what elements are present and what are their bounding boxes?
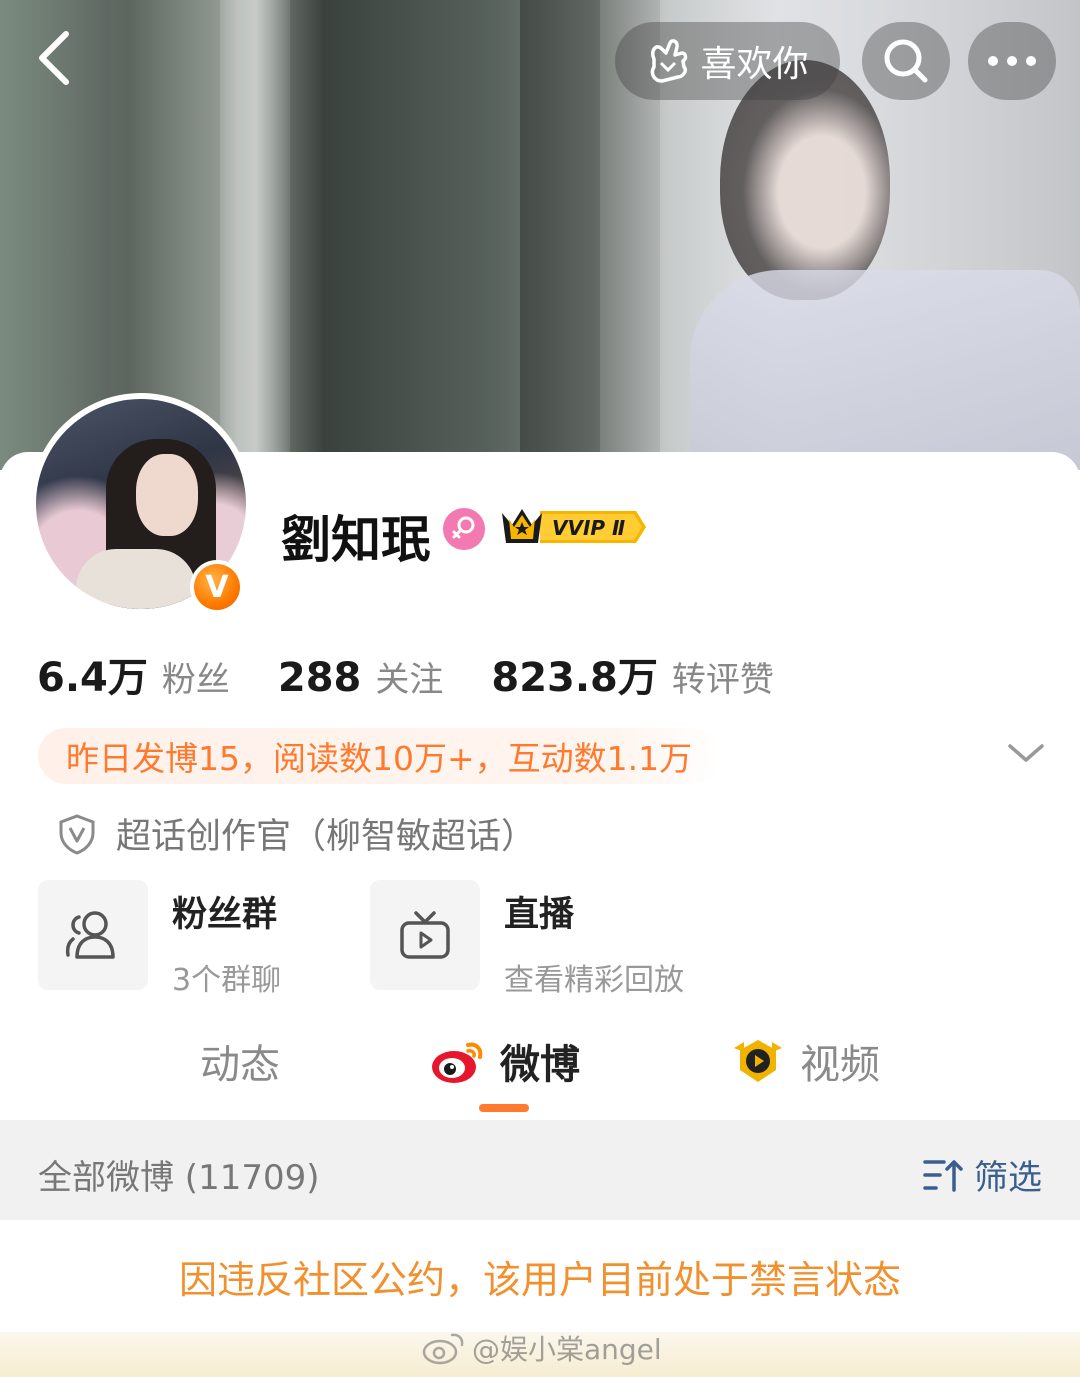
filter-button[interactable]: 筛选 (922, 1150, 1042, 1199)
stat-followers[interactable]: 6.4万 粉丝 (37, 645, 230, 703)
fans-group-icon-box (38, 880, 148, 990)
weibo-logo-icon (432, 1042, 483, 1083)
tab-label: 微博 (500, 1042, 580, 1088)
weibo-watermark-icon (422, 1333, 464, 1365)
group-users-icon (65, 911, 115, 959)
live-subtitle: 查看精彩回放 (504, 963, 684, 998)
profile-name: 劉知珉 (281, 511, 431, 569)
verified-badge-letter: V (194, 564, 240, 610)
watermark: @娱小棠angel (422, 1328, 662, 1368)
fans-group-title: 粉丝群 (172, 895, 278, 935)
tab-weibo[interactable]: 微博 (430, 1032, 580, 1090)
daily-summary: 昨日发博15，阅读数10万+，互动数1.1万 (38, 728, 721, 784)
video-play-icon (734, 1040, 782, 1082)
ban-notice-text: 因违反社区公约，该用户目前处于禁言状态 (178, 1257, 901, 1302)
search-button[interactable] (862, 22, 950, 100)
like-button[interactable]: 喜欢你 (615, 22, 840, 100)
avatar-face (136, 454, 198, 536)
watermark-text: @娱小棠angel (472, 1333, 662, 1366)
like-label: 喜欢你 (700, 44, 809, 85)
more-button[interactable] (968, 22, 1056, 100)
live-title: 直播 (504, 895, 575, 935)
filter-icon (923, 1159, 963, 1192)
fans-group-entry[interactable]: 粉丝群 3个群聊 (38, 880, 281, 999)
fans-group-subtitle: 3个群聊 (172, 963, 282, 998)
stat-label: 关注 (375, 660, 444, 700)
super-topic-badge[interactable]: 超话创作官（柳智敏超话） (58, 808, 536, 859)
super-topic-label: 超话创作官（柳智敏超话） (116, 817, 537, 857)
avatar-shoulder (76, 549, 196, 609)
stat-value: 288 (277, 655, 362, 701)
cover-curtain-light (220, 0, 290, 470)
vvip-badge[interactable]: VVIP Ⅱ (500, 505, 648, 549)
back-button[interactable] (30, 28, 90, 88)
vvip-badge-text: VVIP Ⅱ (552, 516, 625, 540)
filter-label: 筛选 (974, 1158, 1042, 1198)
tab-dynamics[interactable]: 动态 (200, 1032, 280, 1090)
chevron-left-icon (39, 31, 69, 85)
stat-value: 823.8万 (491, 655, 658, 701)
stat-label: 转评赞 (671, 660, 774, 700)
shield-v-icon (59, 813, 95, 855)
ban-notice: 因违反社区公约，该用户目前处于禁言状态 (0, 1220, 1080, 1332)
expand-button[interactable] (1006, 738, 1046, 768)
cover-figure-body (690, 270, 1080, 470)
chevron-down-icon (1008, 744, 1044, 762)
female-icon (443, 508, 485, 550)
tab-label: 动态 (200, 1042, 280, 1088)
all-posts-label[interactable]: 全部微博 (11709) (38, 1150, 320, 1199)
hand-heart-icon (651, 39, 688, 83)
tv-play-icon (400, 911, 450, 959)
profile-tabs: 动态 微博 视频 (0, 1032, 1080, 1120)
stat-interactions[interactable]: 823.8万 转评赞 (491, 645, 774, 703)
tab-label: 视频 (800, 1042, 880, 1088)
verified-badge: V (190, 560, 244, 614)
live-icon-box (370, 880, 480, 990)
posts-header-bar: 全部微博 (11709) 筛选 (0, 1120, 1080, 1220)
tab-video[interactable]: 视频 (730, 1032, 880, 1090)
stat-following[interactable]: 288 关注 (278, 652, 444, 701)
search-icon (884, 39, 928, 83)
live-entry[interactable]: 直播 查看精彩回放 (370, 880, 684, 999)
active-tab-indicator (479, 1104, 529, 1112)
stat-label: 粉丝 (161, 660, 230, 700)
profile-stats: 6.4万 粉丝 288 关注 823.8万 转评赞 (37, 645, 822, 703)
more-dots-icon (988, 56, 1036, 66)
stat-value: 6.4万 (37, 655, 148, 701)
